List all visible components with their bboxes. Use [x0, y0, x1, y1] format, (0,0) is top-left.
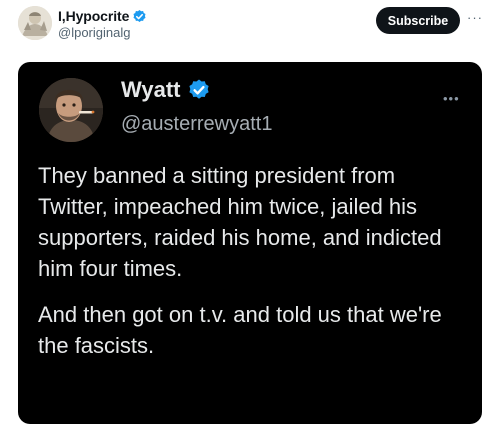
verified-badge-icon	[188, 79, 209, 99]
author-handle[interactable]: @lporiginalg	[58, 25, 130, 40]
quoted-avatar[interactable]	[39, 78, 103, 142]
quoted-author-name-row: Wyatt	[121, 77, 211, 103]
more-options-icon[interactable]: •••	[443, 91, 460, 106]
tweet-paragraph: They banned a sitting president from Twi…	[38, 163, 442, 281]
quoted-post-card[interactable]: Wyatt @austerrewyatt1 ••• They banned a …	[18, 62, 482, 424]
tweet-text: They banned a sitting president from Twi…	[38, 160, 468, 361]
verified-badge-icon	[133, 9, 146, 22]
avatar[interactable]	[18, 6, 52, 40]
avatar-illustration	[18, 6, 52, 40]
post-header: I,Hypocrite @lporiginalg Subscribe ···	[0, 0, 500, 56]
subscribe-button[interactable]: Subscribe	[376, 7, 460, 34]
more-options-icon[interactable]: ···	[467, 10, 483, 25]
quoted-author-name[interactable]: Wyatt	[121, 77, 181, 103]
author-name-row: I,Hypocrite	[58, 8, 147, 24]
tweet-paragraph: And then got on t.v. and told us that we…	[38, 302, 442, 358]
author-name[interactable]: I,Hypocrite	[58, 8, 129, 24]
quoted-author-handle[interactable]: @austerrewyatt1	[121, 113, 272, 136]
avatar-photo	[39, 78, 103, 142]
